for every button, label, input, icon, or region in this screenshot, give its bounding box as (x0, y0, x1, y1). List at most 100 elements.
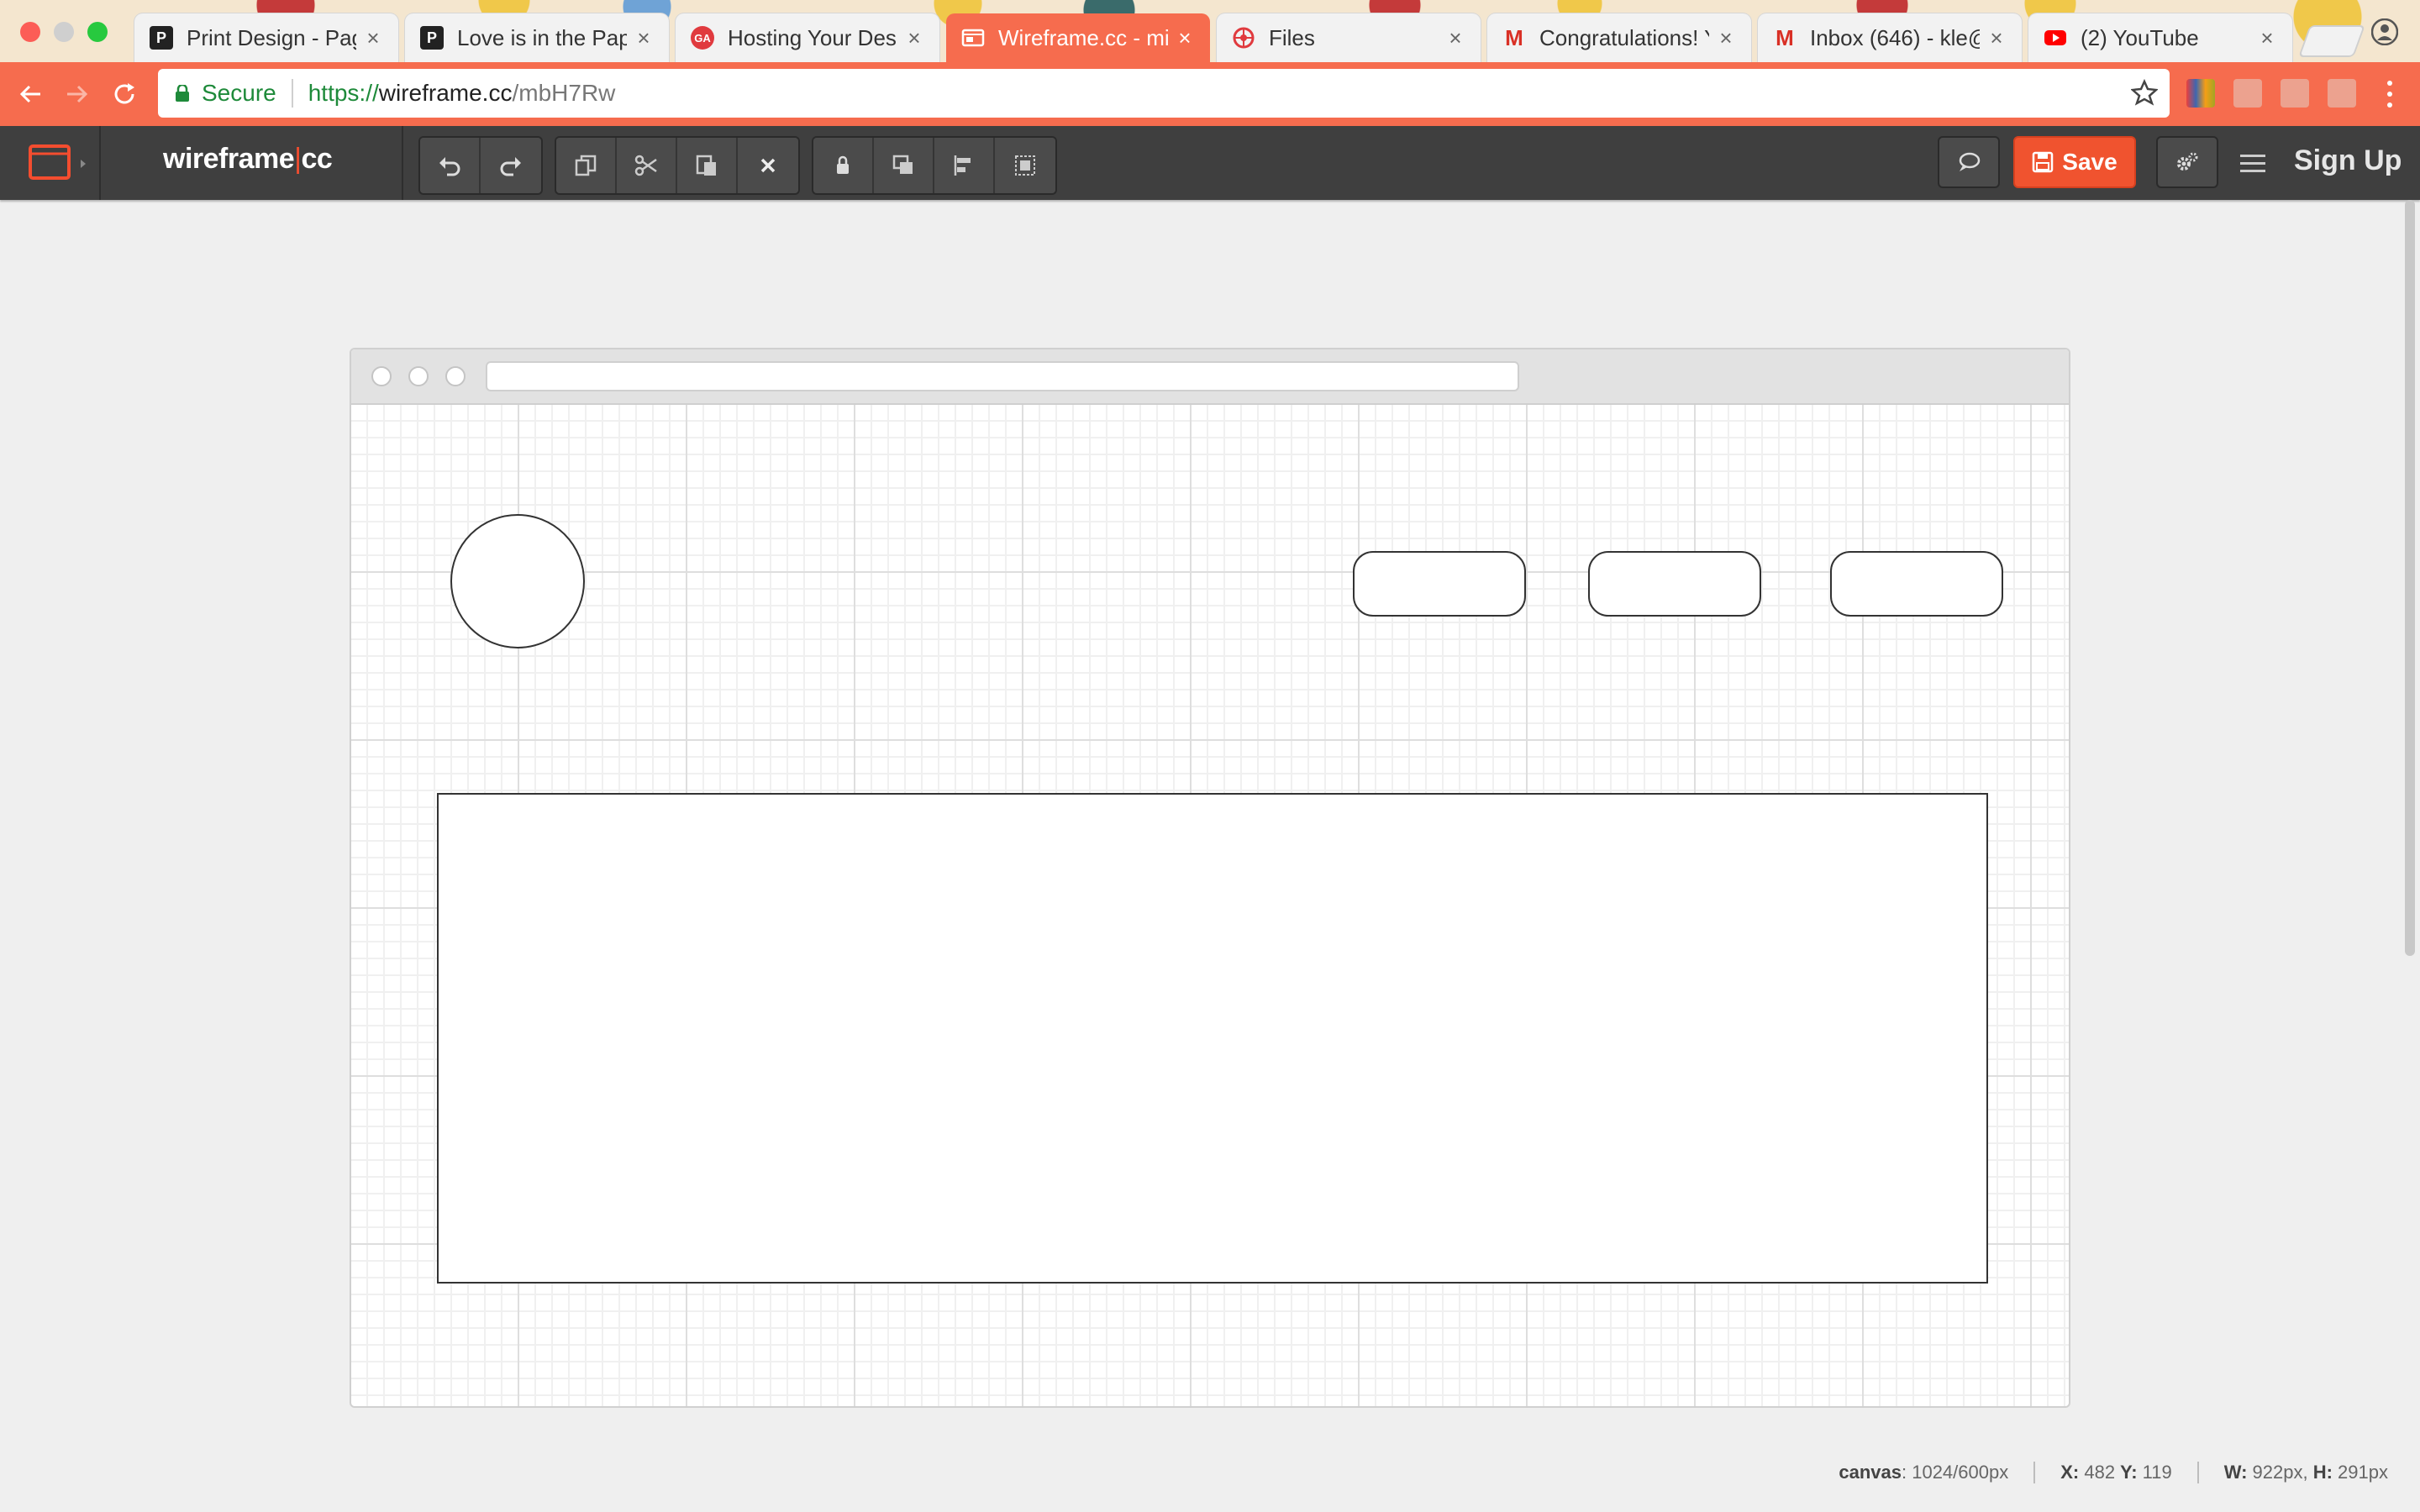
browser-tab[interactable]: P Love is in the Paper × (405, 13, 669, 62)
browser-tab-active[interactable]: Wireframe.cc - minimal × (946, 13, 1210, 62)
ebay-extension-icon[interactable] (2186, 79, 2215, 108)
browser-tab[interactable]: (2) YouTube × (2028, 13, 2292, 62)
tab-title: Hosting Your Design (728, 24, 897, 50)
zoom-window-button[interactable] (87, 22, 108, 42)
address-bar[interactable]: Secure https://wireframe.cc/mbH7Rw (158, 69, 2170, 118)
wireframe-button-shape[interactable] (1353, 551, 1526, 617)
tab-title: (2) YouTube (2081, 24, 2199, 50)
paste-button[interactable] (677, 138, 738, 193)
tab-title: Wireframe.cc - minimal (998, 24, 1168, 50)
youtube-favicon-icon (2044, 26, 2067, 50)
extension-icon[interactable] (2328, 79, 2356, 108)
ga-favicon-icon: GA (691, 26, 714, 50)
gmail-favicon-icon: M (1505, 24, 1523, 50)
sign-up-link[interactable]: Sign Up (2294, 144, 2402, 177)
paste-icon (696, 155, 716, 176)
app-menu-button[interactable] (0, 126, 101, 200)
url-host[interactable]: wireframe.cc (379, 80, 513, 107)
hamburger-menu-icon[interactable] (2240, 153, 2265, 175)
close-icon[interactable]: × (904, 25, 924, 51)
status-divider (2196, 1462, 2199, 1483)
delete-button[interactable] (738, 138, 798, 193)
minimize-window-button[interactable] (54, 22, 74, 42)
tab-title: Print Design - Page (187, 24, 356, 50)
tab-title: Files (1269, 24, 1315, 50)
close-icon[interactable]: × (2257, 25, 2277, 51)
tab-title: Love is in the Paper (457, 24, 627, 50)
mock-url-bar (486, 361, 1519, 391)
address-bar-row: Secure https://wireframe.cc/mbH7Rw (0, 62, 2420, 126)
browser-tab[interactable]: M Inbox (646) - kle@a × (1758, 13, 2022, 62)
tab-title: Congratulations! Your (1539, 24, 1709, 50)
canvas-grid[interactable] (351, 405, 2069, 1406)
files-favicon-icon (1232, 26, 1255, 50)
bring-to-front-button[interactable] (874, 138, 934, 193)
align-button[interactable] (934, 138, 995, 193)
comment-icon (1959, 152, 1981, 171)
browser-tab[interactable]: P Print Design - Page × (134, 13, 398, 62)
browser-tab[interactable]: Files × (1217, 13, 1481, 62)
redo-button[interactable] (481, 138, 541, 193)
bring-front-icon (892, 155, 913, 174)
browser-tab[interactable]: GA Hosting Your Design × (676, 13, 939, 62)
browser-menu-icon[interactable] (2386, 79, 2393, 109)
wireframe-button-shape[interactable] (1830, 551, 2003, 617)
align-icon (954, 155, 971, 176)
group-button[interactable] (995, 138, 1055, 193)
delete-icon (760, 158, 776, 173)
app-toolbar: wireframe|cc Save Sign Up (0, 126, 2420, 200)
dimension-readout: W: 922px, H: 291px (2223, 1462, 2388, 1483)
lock-icon (837, 155, 849, 174)
p-favicon-icon: P (150, 26, 173, 50)
back-arrow-icon[interactable] (13, 77, 47, 111)
close-icon[interactable]: × (1716, 25, 1736, 51)
reload-icon[interactable] (108, 77, 141, 111)
bookmark-star-icon[interactable] (2131, 79, 2158, 106)
p-favicon-icon: P (420, 26, 444, 50)
extension-icon[interactable] (2233, 79, 2262, 108)
mock-window-dot (371, 366, 392, 386)
settings-button[interactable] (2156, 136, 2218, 188)
save-button[interactable]: Save (2013, 136, 2136, 188)
wireframe-favicon-icon (961, 26, 985, 50)
mock-browser-titlebar (351, 349, 2069, 405)
close-icon[interactable]: × (1445, 25, 1465, 51)
page-scrollbar[interactable] (2405, 200, 2415, 956)
secure-label[interactable]: Secure (202, 80, 276, 107)
close-icon[interactable]: × (363, 25, 383, 51)
comment-button[interactable] (1938, 136, 2000, 188)
url-divider (291, 79, 293, 108)
new-tab-button[interactable] (2298, 25, 2365, 57)
close-icon[interactable]: × (1986, 25, 2007, 51)
close-icon[interactable]: × (1175, 25, 1195, 51)
duplicate-button[interactable] (556, 138, 617, 193)
browser-tab[interactable]: M Congratulations! Your × (1487, 13, 1751, 62)
canvas-size-readout: canvas: 1024/600px (1839, 1462, 2009, 1483)
close-icon[interactable]: × (634, 25, 654, 51)
lock-button[interactable] (813, 138, 874, 193)
cut-icon (634, 155, 657, 176)
close-window-button[interactable] (20, 22, 40, 42)
tab-title: Inbox (646) - kle@a (1810, 24, 1980, 50)
tab-strip: P Print Design - Page × P Love is in the… (0, 0, 2420, 62)
profile-icon[interactable] (2371, 18, 2398, 45)
history-group (418, 136, 543, 195)
mock-window-dot (408, 366, 429, 386)
extension-icon[interactable] (2281, 79, 2309, 108)
logo-text: wireframe (163, 143, 295, 175)
wireframe-rectangle-shape[interactable] (437, 793, 1988, 1284)
gears-icon (2177, 152, 2198, 171)
wireframe-logo[interactable]: wireframe|cc (163, 143, 333, 176)
wireframe-circle-shape[interactable] (450, 514, 585, 648)
lock-icon (176, 85, 189, 102)
wireframe-canvas[interactable] (350, 348, 2070, 1408)
arrange-group (812, 136, 1057, 195)
undo-button[interactable] (420, 138, 481, 193)
wireframe-button-shape[interactable] (1588, 551, 1761, 617)
toolbar-divider (402, 126, 403, 200)
status-bar: canvas: 1024/600px X: 482 Y: 119 W: 922p… (1839, 1462, 2388, 1483)
forward-arrow-icon[interactable] (60, 77, 94, 111)
url-scheme[interactable]: https:// (308, 80, 379, 107)
url-path[interactable]: /mbH7Rw (512, 80, 615, 107)
cut-button[interactable] (617, 138, 677, 193)
